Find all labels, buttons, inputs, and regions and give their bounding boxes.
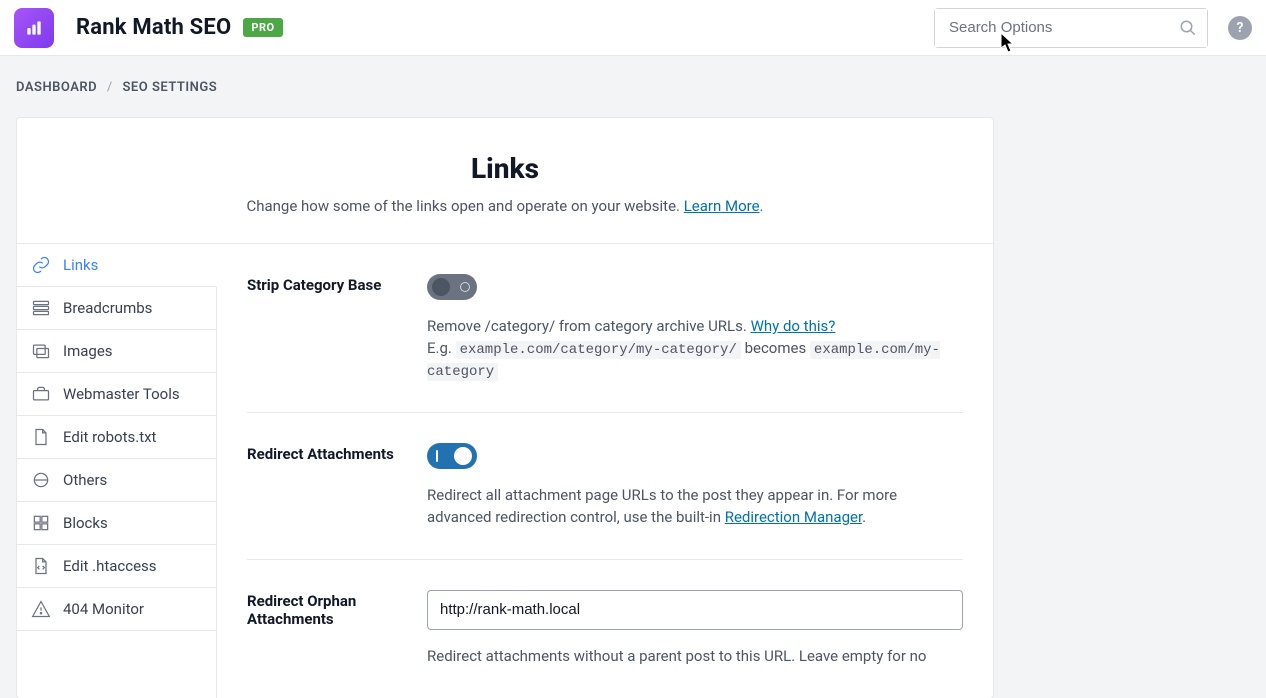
app-logo [14, 8, 54, 48]
panel-body: Links Breadcrumbs Images Webmaster Tools… [17, 244, 993, 698]
setting-description: Redirect all attachment page URLs to the… [427, 485, 963, 529]
search-input[interactable] [935, 9, 1207, 47]
setting-description: Remove /category/ from category archive … [427, 316, 963, 382]
tab-label: Links [63, 256, 98, 274]
tab-label: Webmaster Tools [63, 385, 180, 403]
setting-redirect-attachments: Redirect Attachments Redirect all attach… [247, 443, 963, 560]
breadcrumb-current: SEO SETTINGS [122, 80, 217, 95]
topbar: Rank Math SEO PRO ? [0, 0, 1266, 56]
help-button[interactable]: ? [1228, 16, 1252, 40]
blocks-icon [31, 513, 51, 533]
setting-strip-category: Strip Category Base Remove /category/ fr… [247, 274, 963, 413]
tabs: Links Breadcrumbs Images Webmaster Tools… [17, 244, 217, 698]
app-title: Rank Math SEO [76, 15, 231, 40]
setting-control: Remove /category/ from category archive … [427, 274, 963, 382]
toggle-strip-category[interactable] [427, 274, 477, 300]
tab-htaccess[interactable]: Edit .htaccess [17, 545, 216, 588]
settings-panel: Links Change how some of the links open … [16, 117, 994, 698]
example-from: example.com/category/my-category/ [456, 341, 741, 359]
content: Strip Category Base Remove /category/ fr… [217, 244, 993, 698]
tab-images[interactable]: Images [17, 330, 216, 373]
setting-label: Redirect Attachments [247, 443, 427, 529]
tab-label: 404 Monitor [63, 600, 144, 618]
tab-blocks[interactable]: Blocks [17, 502, 216, 545]
tab-robots[interactable]: Edit robots.txt [17, 416, 216, 459]
search-box[interactable] [934, 8, 1208, 48]
tab-webmaster-tools[interactable]: Webmaster Tools [17, 373, 216, 416]
tab-404[interactable]: 404 Monitor [17, 588, 216, 631]
circle-icon [31, 470, 51, 490]
file-code-icon [31, 556, 51, 576]
tab-links[interactable]: Links [17, 244, 217, 287]
learn-more-link[interactable]: Learn More [684, 197, 760, 215]
pro-badge: PRO [243, 18, 282, 37]
file-icon [31, 427, 51, 447]
why-do-this-link[interactable]: Why do this? [751, 317, 836, 335]
redirect-orphan-input[interactable] [427, 590, 963, 630]
setting-label: Redirect Orphan Attachments [247, 590, 427, 668]
warning-icon [31, 599, 51, 619]
redirection-manager-link[interactable]: Redirection Manager [725, 508, 862, 526]
breadcrumb: DASHBOARD / SEO SETTINGS [0, 56, 1266, 95]
setting-label: Strip Category Base [247, 274, 427, 382]
setting-redirect-orphan: Redirect Orphan Attachments Redirect att… [247, 590, 963, 698]
panel-subtitle: Change how some of the links open and op… [37, 197, 973, 215]
panel-header: Links Change how some of the links open … [17, 118, 993, 244]
tab-label: Edit .htaccess [63, 557, 157, 575]
panel-title: Links [37, 152, 973, 185]
images-icon [31, 341, 51, 361]
tab-label: Images [63, 342, 113, 360]
breadcrumb-dashboard[interactable]: DASHBOARD [16, 80, 97, 95]
link-icon [31, 255, 51, 275]
toolbox-icon [31, 384, 51, 404]
breadcrumbs-icon [31, 298, 51, 318]
toggle-redirect-attachments[interactable] [427, 443, 477, 469]
setting-control: Redirect all attachment page URLs to the… [427, 443, 963, 529]
tab-others[interactable]: Others [17, 459, 216, 502]
tab-label: Others [63, 471, 107, 489]
tab-label: Edit robots.txt [63, 428, 156, 446]
logo-icon [24, 18, 44, 38]
setting-description: Redirect attachments without a parent po… [427, 646, 963, 668]
setting-control: Redirect attachments without a parent po… [427, 590, 963, 668]
tab-breadcrumbs[interactable]: Breadcrumbs [17, 287, 216, 330]
tab-label: Breadcrumbs [63, 299, 152, 317]
tab-label: Blocks [63, 514, 108, 532]
search-icon [1179, 19, 1197, 37]
breadcrumb-sep: / [107, 80, 113, 95]
